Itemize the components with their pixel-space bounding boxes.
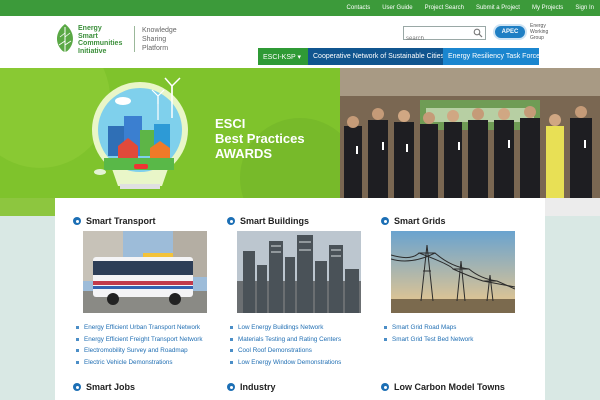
link-sign-in[interactable]: Sign In	[575, 5, 594, 11]
hero-title-line: AWARDS	[215, 146, 273, 161]
ksp-line: Platform	[142, 45, 169, 52]
logo-title[interactable]: Energy Smart Communities Initiative	[78, 25, 122, 55]
logo-line: Energy	[78, 25, 102, 32]
card-smart-jobs[interactable]: Smart Jobs	[73, 380, 135, 394]
main-nav: ESCI-KSP ▾ Cooperative Network of Sustai…	[258, 48, 540, 65]
circle-bullet-icon	[73, 383, 81, 391]
logo-line: Initiative	[78, 47, 107, 55]
city-photo[interactable]	[237, 231, 361, 313]
hero-illustration: ESCI Best Practices AWARDS	[0, 68, 340, 198]
card-title[interactable]: Smart Transport	[86, 216, 156, 226]
top-utility-bar: Contacts User Guide Project Search Submi…	[0, 0, 600, 16]
hero-title: ESCI Best Practices AWARDS	[215, 116, 305, 161]
nav-energy-resiliency[interactable]: Energy Resiliency Task Force	[443, 48, 540, 65]
search-icon[interactable]	[473, 28, 483, 38]
logo-divider	[134, 26, 135, 52]
logo-line: Communities	[78, 40, 123, 47]
nav-esci-ksp[interactable]: ESCI-KSP ▾	[258, 48, 308, 65]
card-header[interactable]: Smart Transport	[73, 214, 213, 228]
link-item[interactable]: Energy Efficient Freight Transport Netwo…	[76, 334, 203, 346]
card-title[interactable]: Industry	[240, 382, 276, 392]
bus-photo[interactable]	[83, 231, 207, 313]
link-my-projects[interactable]: My Projects	[532, 5, 563, 11]
link-item[interactable]: Low Energy Buildings Network	[230, 322, 341, 334]
search-box	[403, 26, 486, 45]
power-lines-photo[interactable]	[391, 231, 515, 313]
ewg-line: Group	[530, 35, 544, 41]
hero-banner[interactable]: ESCI Best Practices AWARDS	[0, 68, 600, 198]
card-title[interactable]: Smart Grids	[394, 216, 446, 226]
circle-bullet-icon	[227, 217, 235, 225]
link-item[interactable]: Cool Roof Demonstrations	[230, 345, 341, 357]
link-item[interactable]: Electric Vehicle Demonstrations	[76, 357, 203, 369]
site-header: Energy Smart Communities Initiative Know…	[0, 16, 600, 68]
circle-bullet-icon	[381, 217, 389, 225]
card-links: Low Energy Buildings Network Materials T…	[230, 322, 341, 368]
circle-bullet-icon	[381, 383, 389, 391]
group-photo-image	[340, 68, 600, 198]
top-links: Contacts User Guide Project Search Submi…	[347, 0, 594, 16]
card-smart-buildings: Smart Buildings Low Energy Buildings Net…	[227, 214, 367, 366]
card-title[interactable]: Smart Jobs	[86, 382, 135, 392]
link-user-guide[interactable]: User Guide	[382, 5, 412, 11]
card-links: Energy Efficient Urban Transport Network…	[76, 322, 203, 368]
ksp-subtitle: Knowledge Sharing Platform	[142, 26, 177, 53]
ksp-line: Knowledge	[142, 27, 177, 34]
card-industry[interactable]: Industry	[227, 380, 276, 394]
card-links: Smart Grid Road Maps Smart Grid Test Bed…	[384, 322, 473, 345]
link-item[interactable]: Smart Grid Test Bed Network	[384, 334, 473, 346]
card-title[interactable]: Low Carbon Model Towns	[394, 382, 505, 392]
card-header[interactable]: Smart Buildings	[227, 214, 367, 228]
circle-bullet-icon	[227, 383, 235, 391]
link-item[interactable]: Materials Testing and Rating Centers	[230, 334, 341, 346]
page-margin-left	[0, 216, 55, 400]
page-margin-right	[545, 216, 600, 400]
link-item[interactable]: Electromobility Survey and Roadmap	[76, 345, 203, 357]
card-smart-grids: Smart Grids Smart Grid Road Maps Smart G…	[381, 214, 521, 343]
card-title[interactable]: Smart Buildings	[240, 216, 309, 226]
search-input[interactable]	[404, 33, 472, 45]
hero-title-line: ESCI	[215, 116, 246, 131]
ksp-line: Sharing	[142, 36, 167, 43]
apec-logo[interactable]: APEC	[493, 24, 527, 40]
link-item[interactable]: Smart Grid Road Maps	[384, 322, 473, 334]
link-submit-project[interactable]: Submit a Project	[476, 5, 520, 11]
logo-line: Smart	[78, 32, 98, 40]
leaf-logo-icon[interactable]	[54, 23, 76, 57]
energy-working-group-label: Energy Working Group	[530, 23, 548, 41]
awards-group-photo	[340, 68, 600, 198]
link-contacts[interactable]: Contacts	[347, 5, 371, 11]
link-item[interactable]: Energy Efficient Urban Transport Network	[76, 322, 203, 334]
link-item[interactable]: Low Energy Window Demonstrations	[230, 357, 341, 369]
content-panel: Smart Transport Energy Efficient Urban T…	[55, 198, 545, 400]
card-header[interactable]: Smart Grids	[381, 214, 521, 228]
link-project-search[interactable]: Project Search	[425, 5, 464, 11]
circle-bullet-icon	[73, 217, 81, 225]
hero-title-line: Best Practices	[215, 131, 305, 146]
card-smart-transport: Smart Transport Energy Efficient Urban T…	[73, 214, 213, 366]
nav-cooperative-network[interactable]: Cooperative Network of Sustainable Citie…	[308, 48, 444, 65]
card-low-carbon-model-towns[interactable]: Low Carbon Model Towns	[381, 380, 505, 394]
